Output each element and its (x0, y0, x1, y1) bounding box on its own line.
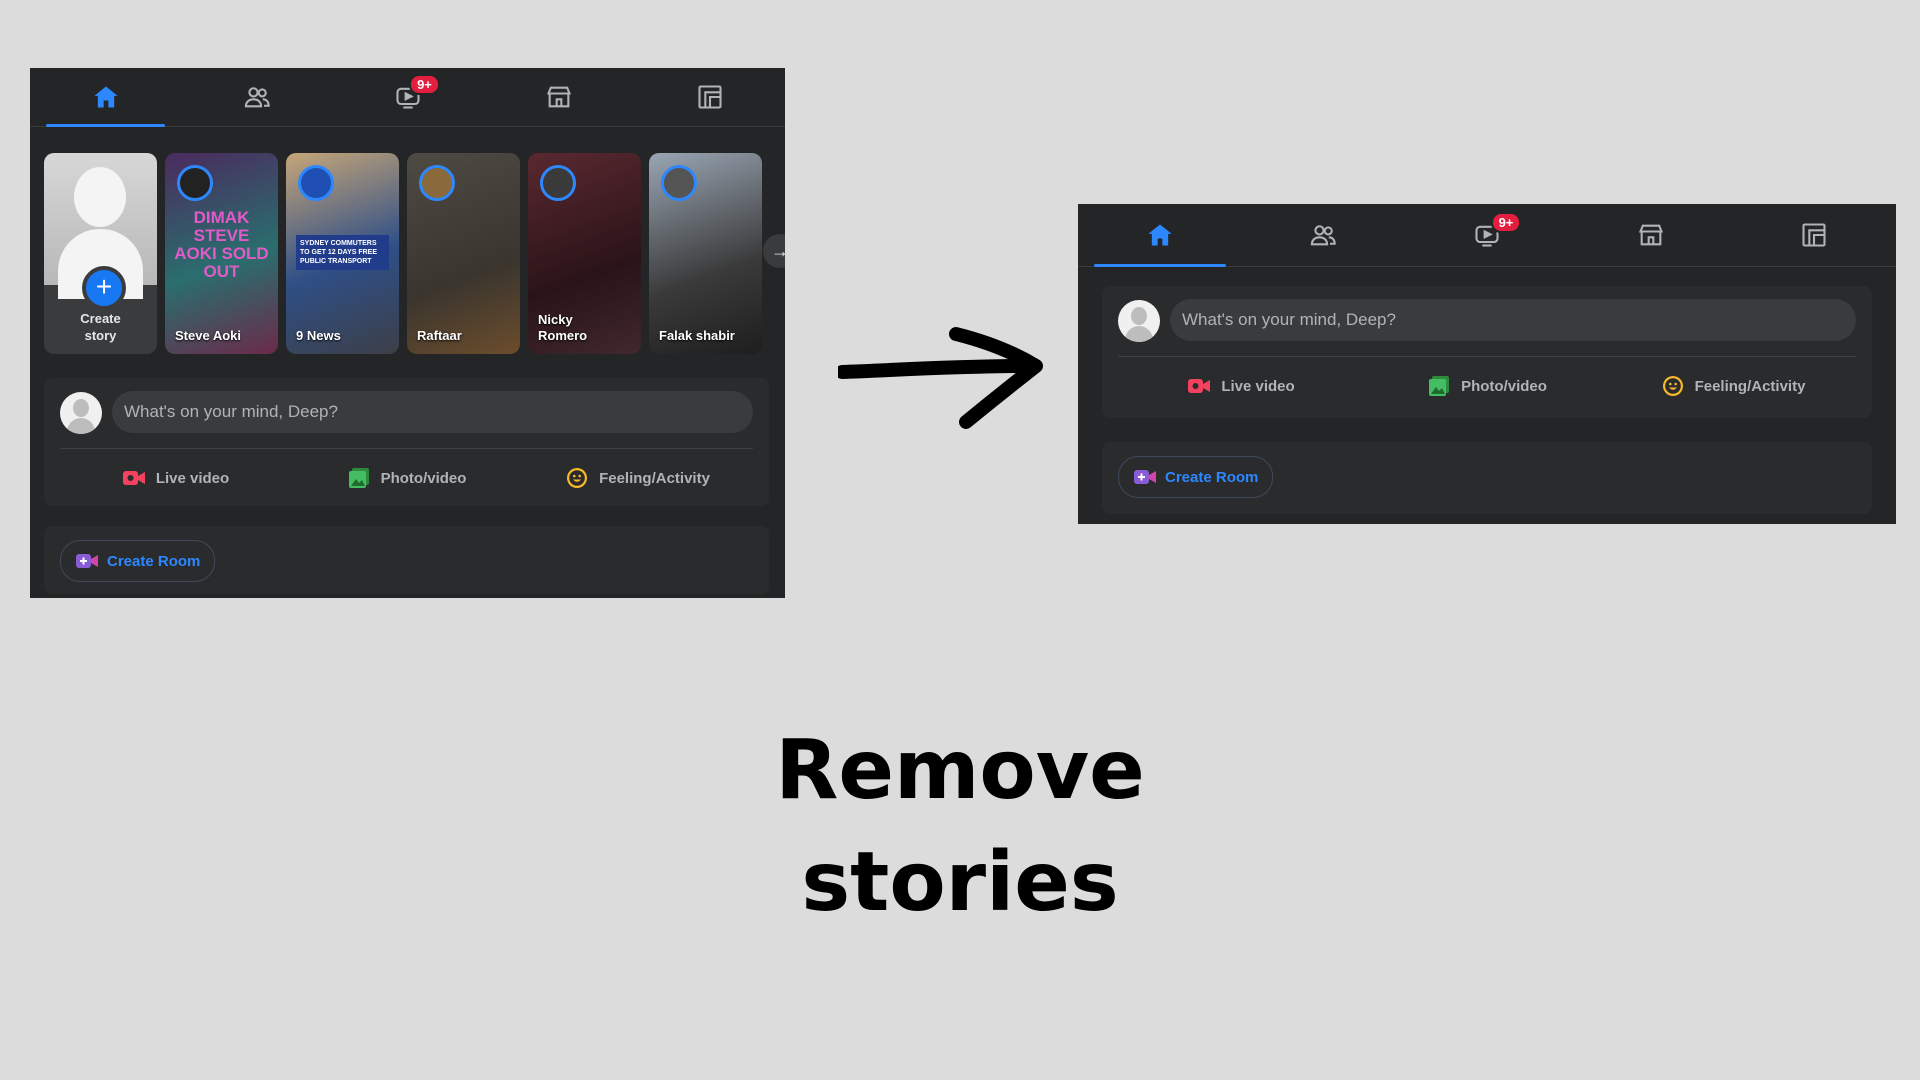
video-camera-icon (122, 471, 145, 485)
story-avatar (298, 165, 334, 201)
marketplace-icon (1638, 224, 1663, 246)
home-icon (93, 86, 118, 108)
video-camera-icon (1188, 379, 1211, 393)
avatar[interactable] (1118, 300, 1160, 342)
rooms-bar: Create Room (44, 526, 769, 594)
create-story-card[interactable]: + Create story (44, 153, 157, 354)
story-name: Nicky Romero (538, 312, 588, 343)
story-card[interactable]: SYDNEY COMMUTERS TO GET 12 DAYS FREE PUB… (286, 153, 399, 354)
arrow-right-icon (838, 327, 1043, 429)
room-video-plus-icon (1134, 470, 1156, 484)
live-video-button[interactable]: Live video (60, 452, 291, 504)
feeling-activity-button[interactable]: Feeling/Activity (1610, 360, 1856, 412)
photo-video-label: Photo/video (380, 469, 467, 487)
friends-icon (244, 87, 270, 108)
watch-badge: 9+ (409, 74, 440, 95)
arrow-right-icon[interactable]: → (763, 234, 785, 268)
feeling-activity-label: Feeling/Activity (599, 469, 710, 487)
tab-friends[interactable] (1242, 204, 1406, 266)
story-name: 9 News (296, 328, 341, 343)
feeling-activity-button[interactable]: Feeling/Activity (522, 452, 753, 504)
tab-watch[interactable]: 9+ (332, 68, 483, 126)
story-card[interactable]: Nicky Romero (528, 153, 641, 354)
divider (60, 448, 753, 449)
before-screenshot: 9+ + Create story DIMAK STEVE AOKI SOLD … (30, 68, 785, 598)
tab-marketplace[interactable] (483, 68, 634, 126)
story-avatar (661, 165, 697, 201)
story-card[interactable]: Falak shabir (649, 153, 762, 354)
tab-home[interactable] (30, 68, 181, 127)
story-avatar (540, 165, 576, 201)
marketplace-icon (546, 86, 571, 108)
story-avatar (419, 165, 455, 201)
rooms-bar: Create Room (1102, 442, 1872, 514)
feeling-activity-label: Feeling/Activity (1694, 377, 1806, 395)
top-nav: 9+ (30, 68, 785, 127)
photo-video-button[interactable]: Photo/video (1364, 360, 1610, 412)
story-artwork-text: DIMAK STEVE AOKI SOLD OUT (174, 208, 269, 281)
tab-gaming[interactable] (634, 68, 785, 126)
plus-icon[interactable]: + (82, 266, 126, 310)
photo-video-button[interactable]: Photo/video (291, 452, 522, 504)
caption-line-1: Remove (775, 723, 1145, 818)
divider (1118, 356, 1856, 357)
story-avatar (177, 165, 213, 201)
create-room-label: Create Room (1165, 468, 1259, 486)
live-video-label: Live video (1221, 377, 1295, 395)
whats-on-your-mind-input[interactable]: What's on your mind, Deep? (1170, 299, 1856, 341)
story-card[interactable]: DIMAK STEVE AOKI SOLD OUT Steve Aoki (165, 153, 278, 354)
create-room-button[interactable]: Create Room (1118, 456, 1274, 498)
story-name: Raftaar (417, 328, 462, 343)
tab-marketplace[interactable] (1569, 204, 1733, 266)
photo-icon (1429, 376, 1450, 396)
gaming-icon (697, 85, 722, 109)
avatar[interactable] (60, 392, 102, 434)
stories-tray: + Create story DIMAK STEVE AOKI SOLD OUT… (44, 153, 762, 354)
tab-home[interactable] (1078, 204, 1242, 267)
watch-badge: 9+ (1490, 212, 1522, 233)
friends-icon (1311, 225, 1337, 246)
live-video-button[interactable]: Live video (1118, 360, 1364, 412)
create-room-label: Create Room (107, 552, 201, 570)
gaming-icon (1802, 223, 1826, 247)
after-screenshot: 9+ What's on your mind, Deep? Live video… (1078, 204, 1896, 524)
story-name: Steve Aoki (175, 328, 241, 343)
create-room-button[interactable]: Create Room (60, 540, 216, 582)
top-nav: 9+ (1078, 204, 1896, 267)
caption-line-2: stories (801, 835, 1119, 930)
home-icon (1148, 224, 1172, 246)
smiley-icon (567, 468, 588, 488)
story-name: Falak shabir (659, 328, 735, 343)
story-artwork-text: SYDNEY COMMUTERS TO GET 12 DAYS FREE PUB… (296, 235, 389, 270)
post-composer: What's on your mind, Deep? Live video Ph… (1102, 286, 1872, 418)
tab-watch[interactable]: 9+ (1405, 204, 1569, 266)
post-composer: What's on your mind, Deep? Live video Ph… (44, 378, 769, 506)
tab-friends[interactable] (181, 68, 332, 126)
tab-gaming[interactable] (1732, 204, 1896, 266)
photo-icon (348, 468, 369, 488)
create-story-label: Create story (80, 311, 121, 343)
caption-text: Remove stories (700, 715, 1220, 939)
smiley-icon (1662, 376, 1683, 396)
room-video-plus-icon (76, 554, 98, 568)
live-video-label: Live video (155, 469, 230, 487)
story-card[interactable]: Raftaar (407, 153, 520, 354)
photo-video-label: Photo/video (1461, 377, 1547, 395)
whats-on-your-mind-input[interactable]: What's on your mind, Deep? (112, 391, 753, 433)
